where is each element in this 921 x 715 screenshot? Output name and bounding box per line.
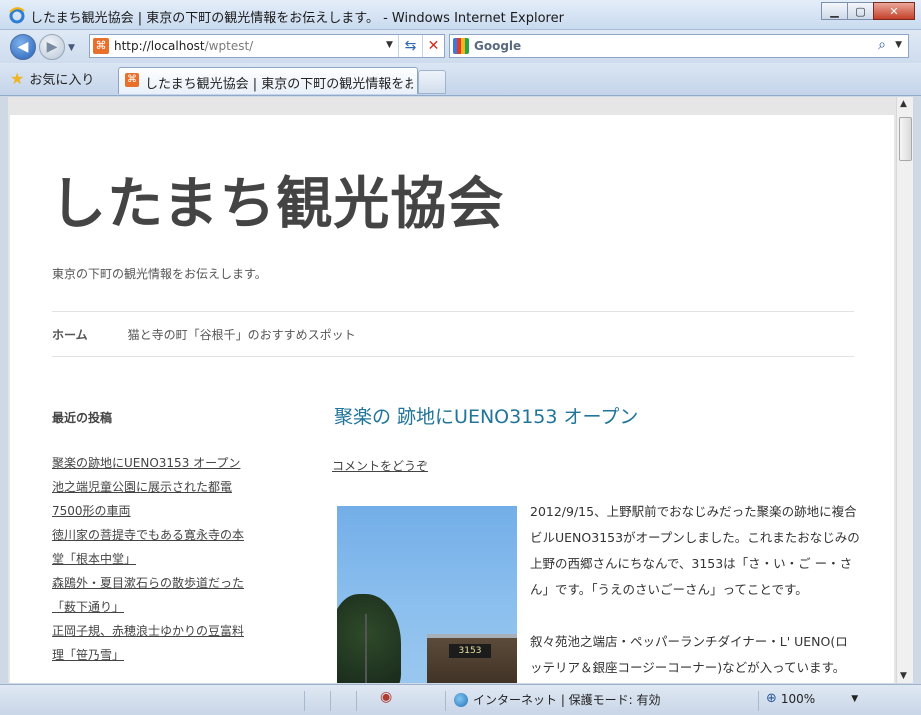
globe-icon	[454, 692, 468, 707]
recent-post-link[interactable]: 7500形の車両	[52, 499, 262, 523]
recent-post-link[interactable]: 池之端児童公園に展示された都電	[52, 475, 262, 499]
comment-link[interactable]: コメントをどうぞ	[332, 457, 428, 474]
photo-lamp	[365, 614, 367, 683]
window-titlebar: したまち観光協会 | 東京の下町の観光情報をお伝えします。 - Windows …	[0, 0, 921, 30]
post-title[interactable]: 聚楽の 跡地にUENO3153 オープン	[334, 402, 638, 429]
recent-post-link[interactable]: 聚楽の跡地にUENO3153 オープン	[52, 451, 262, 475]
search-box[interactable]: Google ⌕ ▼	[449, 34, 909, 58]
status-divider	[330, 691, 331, 711]
photo-tree	[337, 594, 401, 683]
scroll-up-icon[interactable]: ▲	[900, 99, 907, 109]
navigation-bar: ◀ ▶ ▼ ⌘ http://localhost/wptest/ ▼ ⇆ ✕ G…	[0, 30, 921, 63]
photo-building-sign: 3153	[449, 644, 491, 658]
zoom-dropdown-icon[interactable]: ▼	[851, 694, 858, 704]
status-bar: ◉ インターネット | 保護モード: 有効 ⊕ 100% ▼	[0, 684, 921, 715]
status-divider	[758, 691, 759, 711]
privacy-eye-icon[interactable]: ◉	[380, 689, 392, 705]
status-divider	[445, 691, 446, 711]
search-options-dropdown-icon[interactable]: ▼	[895, 40, 902, 50]
refresh-icon[interactable]: ⇆	[398, 35, 422, 57]
tab-active[interactable]: ⌘ したまち観光協会 | 東京の下町の観光情報をお...	[118, 67, 418, 94]
tab-favicon-icon: ⌘	[125, 73, 139, 87]
stop-icon[interactable]: ✕	[422, 35, 444, 57]
recent-post-link[interactable]: 堂「根本中堂」	[52, 547, 262, 571]
window-title: したまち観光協会 | 東京の下町の観光情報をお伝えします。 - Windows …	[30, 11, 564, 26]
arrow-left-icon: ◀	[17, 39, 29, 55]
close-button[interactable]: ✕	[873, 2, 915, 20]
recent-post-link[interactable]: 森鴎外・夏目漱石らの散歩道だった	[52, 571, 262, 595]
search-icon[interactable]: ⌕	[878, 37, 886, 53]
recent-post-link[interactable]: 「薮下通り」	[52, 595, 262, 619]
photo-building	[427, 634, 517, 683]
favorites-button[interactable]: ★ お気に入り	[10, 69, 94, 88]
back-button[interactable]: ◀	[10, 34, 36, 60]
status-divider	[356, 691, 357, 711]
post-body: 2012/9/15、上野駅前でおなじみだった聚楽の跡地に複合ビルUENO3153…	[530, 499, 860, 683]
site-menu: ホーム 猫と寺の町「谷根千」のおすすめスポット	[52, 326, 356, 343]
internet-explorer-icon	[9, 7, 25, 24]
address-url[interactable]: http://localhost/wptest/	[114, 39, 253, 53]
minimize-button[interactable]: ▁	[821, 2, 848, 20]
recent-post-link[interactable]: 徳川家の菩提寺でもある寛永寺の本	[52, 523, 262, 547]
post-paragraph: 2012/9/15、上野駅前でおなじみだった聚楽の跡地に複合ビルUENO3153…	[530, 504, 860, 597]
zoom-level: 100%	[780, 691, 816, 706]
menu-item-yanesen[interactable]: 猫と寺の町「谷根千」のおすすめスポット	[128, 326, 356, 343]
address-bar[interactable]: ⌘ http://localhost/wptest/ ▼ ⇆ ✕	[89, 34, 445, 58]
address-path: /wptest/	[204, 39, 254, 53]
address-dropdown-icon[interactable]: ▼	[386, 40, 393, 50]
recent-post-link[interactable]: 正岡子規、赤穂浪士ゆかりの豆富料	[52, 619, 262, 643]
maximize-button[interactable]: ▢	[847, 2, 874, 20]
site-favicon-icon: ⌘	[93, 38, 109, 54]
arrow-right-icon: ▶	[46, 39, 58, 55]
tab-bar: ★ お気に入り ⌘ したまち観光協会 | 東京の下町の観光情報をお...	[0, 63, 921, 96]
vertical-scrollbar[interactable]: ▲ ▼	[896, 97, 913, 683]
favorites-label: お気に入り	[29, 73, 95, 88]
new-tab-button[interactable]	[418, 70, 446, 94]
post-photo: 3153	[337, 506, 517, 683]
google-icon	[453, 38, 469, 54]
recent-pages-dropdown[interactable]: ▼	[68, 43, 75, 53]
menu-item-home[interactable]: ホーム	[52, 326, 88, 343]
forward-button[interactable]: ▶	[39, 34, 65, 60]
scroll-thumb[interactable]	[899, 117, 912, 161]
recent-post-link[interactable]: 理「笹乃雪」	[52, 643, 262, 667]
recent-posts-list: 聚楽の跡地にUENO3153 オープン 池之端児童公園に展示された都電 7500…	[52, 451, 262, 667]
site-description: 東京の下町の観光情報をお伝えします。	[52, 267, 267, 281]
zoom-icon: ⊕	[766, 691, 777, 706]
zoom-control[interactable]: ⊕ 100% ▼	[766, 691, 858, 706]
post-paragraph: 叙々苑池之端店・ペッパーランチダイナー・L' UENO(ロッテリア＆銀座コージー…	[530, 634, 848, 675]
window-controls: ▁ ▢ ✕	[821, 2, 915, 22]
scroll-down-icon[interactable]: ▼	[900, 671, 907, 681]
page-viewport: したまち観光協会 東京の下町の観光情報をお伝えします。 ホーム 猫と寺の町「谷根…	[8, 97, 913, 683]
search-provider: Google	[474, 39, 522, 53]
security-zone-label: インターネット | 保護モード: 有効	[473, 693, 661, 707]
security-zone[interactable]: インターネット | 保護モード: 有効	[454, 691, 661, 708]
status-divider	[304, 691, 305, 711]
recent-posts-title: 最近の投稿	[52, 411, 113, 425]
menu-divider-top	[52, 311, 854, 312]
star-icon: ★	[10, 69, 25, 88]
web-page: したまち観光協会 東京の下町の観光情報をお伝えします。 ホーム 猫と寺の町「谷根…	[10, 115, 894, 683]
menu-divider-bottom	[52, 356, 854, 357]
site-title[interactable]: したまち観光協会	[50, 159, 504, 240]
tab-title: したまち観光協会 | 東京の下町の観光情報をお...	[145, 77, 413, 92]
